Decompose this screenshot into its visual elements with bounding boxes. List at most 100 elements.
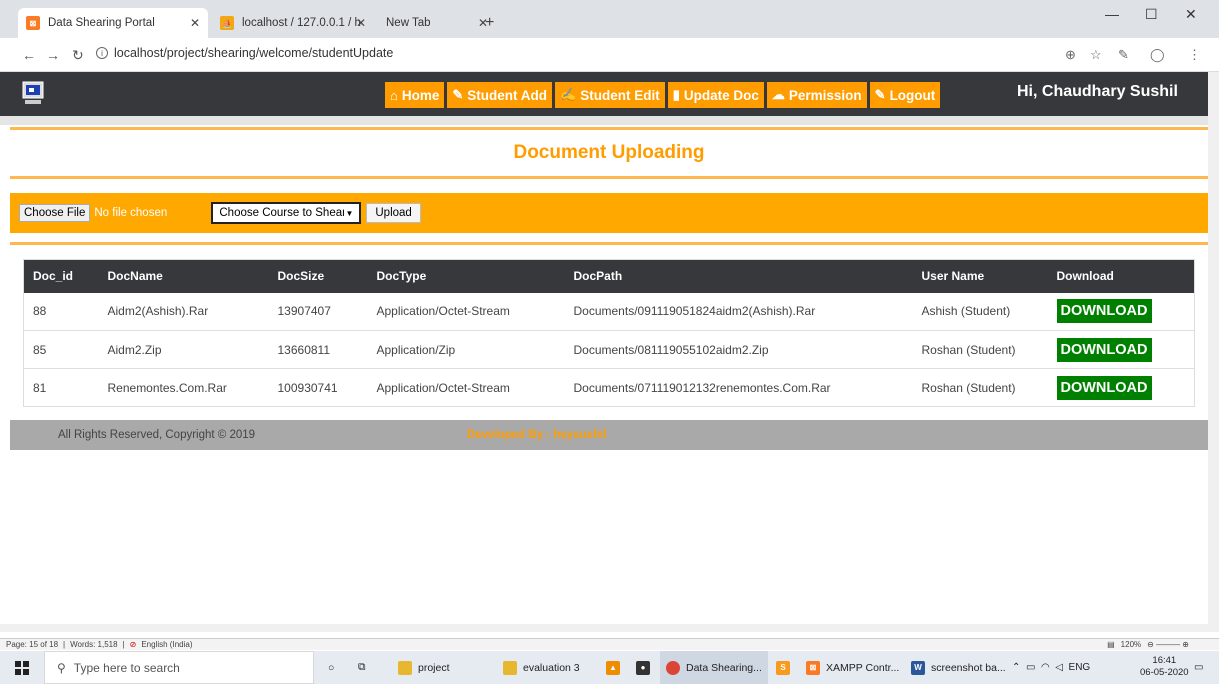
table-row: 81 Renemontes.Com.Rar 100930741 Applicat… [23,368,1195,407]
doc-path: Documents/071119012132renemontes.Com.Rar [564,368,913,407]
extension-icon[interactable]: ✎ [1118,47,1129,63]
vlc-icon[interactable]: ▲ [600,651,626,684]
user-name: Ashish (Student) [912,292,1048,331]
pencil-icon: ✎ [874,87,886,102]
wifi-icon[interactable]: ◠ [1041,662,1050,673]
zoom-level[interactable]: 120% [1121,640,1141,649]
tab-phpmyadmin[interactable]: ⛵ localhost / 127.0.0.1 / heysushil_ ✕ [212,8,374,38]
column-header: User Name [921,269,985,284]
nav-student-edit-button[interactable]: ✍ Student Edit [555,82,665,108]
sublime-icon[interactable]: S [770,651,796,684]
chrome-icon [666,660,680,675]
page-title: Document Uploading [513,142,705,163]
user-greeting: Hi, Chaudhary Sushil [1017,83,1178,100]
pencil-icon: ✎ [452,87,464,102]
maximize-icon[interactable]: ☐ [1145,6,1158,23]
course-select[interactable]: Choose Course to Shear ▼ [211,202,362,224]
column-header: DocPath [573,269,623,284]
battery-icon[interactable]: ▭ [1026,662,1035,673]
system-tray: ⌃ ▭ ◠ ◁ ENG [1012,651,1090,684]
doc-name: Renemontes.Com.Rar [98,368,269,407]
close-icon[interactable]: ✕ [356,16,366,30]
search-icon: ⚲ [57,660,66,675]
nav-student-add-button[interactable]: ✎ Student Add [447,82,553,108]
window-close-icon[interactable]: ✕ [1185,6,1197,23]
upload-button[interactable]: Upload [366,203,421,223]
taskbar-item-xampp[interactable]: ⊠ XAMPP Contr... [800,651,905,684]
word-icon: W [911,660,925,675]
info-icon[interactable]: i [96,47,108,59]
doc-path: Documents/081119055102aidm2.Zip [564,330,913,369]
home-icon: ⌂ [390,87,398,103]
word-count[interactable]: Words: 1,518 [70,640,117,649]
column-header: Download [1056,269,1114,284]
developer-credit[interactable]: Developed By : heysushil [467,429,606,441]
chevron-up-icon[interactable]: ⌃ [1012,662,1020,673]
download-button[interactable]: DOWNLOAD [1056,375,1152,400]
volume-icon[interactable]: ◁ [1055,662,1063,673]
language[interactable]: English (India) [141,640,192,649]
address-bar: ← → ↻ i localhost/project/shearing/welco… [0,38,1219,72]
proofing-icon[interactable]: ⊘ [130,640,137,649]
doc-path: Documents/091119051824aidm2(Ashish).Rar [564,292,913,331]
reload-icon[interactable]: ↻ [72,47,84,64]
cortana-icon[interactable]: ○ [322,651,340,684]
site-header: ⌂ Home ✎ Student Add ✍ Student Edit ▮ Up… [0,72,1208,116]
page-count[interactable]: Page: 15 of 18 [6,640,58,649]
column-header: DocName [107,269,163,284]
taskbar-item-project[interactable]: project [392,651,456,684]
menu-icon[interactable]: ⋮ [1188,47,1201,63]
phpmyadmin-favicon-icon: ⛵ [220,16,234,30]
notification-icon[interactable]: ▭ [1194,651,1203,684]
star-icon[interactable]: ☆ [1090,47,1102,63]
app-icon[interactable]: ● [630,651,656,684]
nav-logout-button[interactable]: ✎ Logout [869,82,941,108]
download-button[interactable]: DOWNLOAD [1056,337,1152,362]
tab-new-tab[interactable]: New Tab ✕ [378,8,488,38]
divider [10,242,1208,245]
column-header: Doc_id [33,269,74,284]
dropdown-arrow-icon: ▼ [345,208,354,218]
zoom-icon[interactable]: ⊕ [1065,47,1076,63]
file-status: No file chosen [94,207,168,219]
taskbar-item-evaluation[interactable]: evaluation 3 [497,651,586,684]
download-button[interactable]: DOWNLOAD [1056,299,1152,324]
back-arrow-icon[interactable]: ← [22,47,36,63]
doc-size: 13907407 [268,292,368,331]
nav-home-button[interactable]: ⌂ Home [385,82,445,108]
windows-start-icon[interactable] [0,651,44,684]
doc-id: 81 [23,368,99,407]
forward-arrow-icon[interactable]: → [46,47,60,63]
task-view-icon[interactable]: ⧉ [352,651,372,684]
taskbar-item-word[interactable]: W screenshot ba... [905,651,1012,684]
user-name: Roshan (Student) [912,368,1048,407]
minimize-icon[interactable]: — [1105,6,1119,22]
vertical-scrollbar[interactable] [1208,72,1219,632]
computer-logo-icon [22,81,44,104]
doc-name: Aidm2(Ashish).Rar [98,292,269,331]
taskbar-clock[interactable]: 16:41 06-05-2020 [1140,655,1189,679]
folder-icon [398,660,412,675]
copyright-text: All Rights Reserved, Copyright © 2019 [58,429,256,441]
taskbar-search-input[interactable]: ⚲ Type here to search [44,651,314,684]
new-tab-icon[interactable]: + [485,14,494,32]
choose-file-button[interactable]: Choose File [19,204,91,222]
close-icon[interactable]: ✕ [190,16,200,30]
nav-update-doc-button[interactable]: ▮ Update Doc [667,82,764,108]
zoom-slider[interactable]: ⊖ ——— ⊕ [1147,640,1189,649]
horizontal-scrollbar[interactable] [0,624,1208,632]
taskbar-item-chrome[interactable]: Data Shearing... [660,651,768,684]
doc-type: Application/Zip [367,330,565,369]
tab-data-shearing-portal[interactable]: ⊠ Data Shearing Portal ✕ [18,8,208,38]
edit-icon: ✍ [560,87,577,102]
main-nav: ⌂ Home ✎ Student Add ✍ Student Edit ▮ Up… [385,82,941,108]
document-icon: ▮ [672,87,680,102]
doc-size: 100930741 [268,368,368,407]
nav-permission-button[interactable]: ☁ Permission [766,82,867,108]
cloud-icon: ☁ [771,87,785,102]
language-indicator[interactable]: ENG [1069,662,1091,673]
divider [0,116,1208,125]
profile-icon[interactable]: ◯ [1150,47,1165,63]
url-field[interactable]: i localhost/project/shearing/welcome/stu… [96,46,393,60]
view-icon[interactable]: ▤ [1107,640,1115,649]
